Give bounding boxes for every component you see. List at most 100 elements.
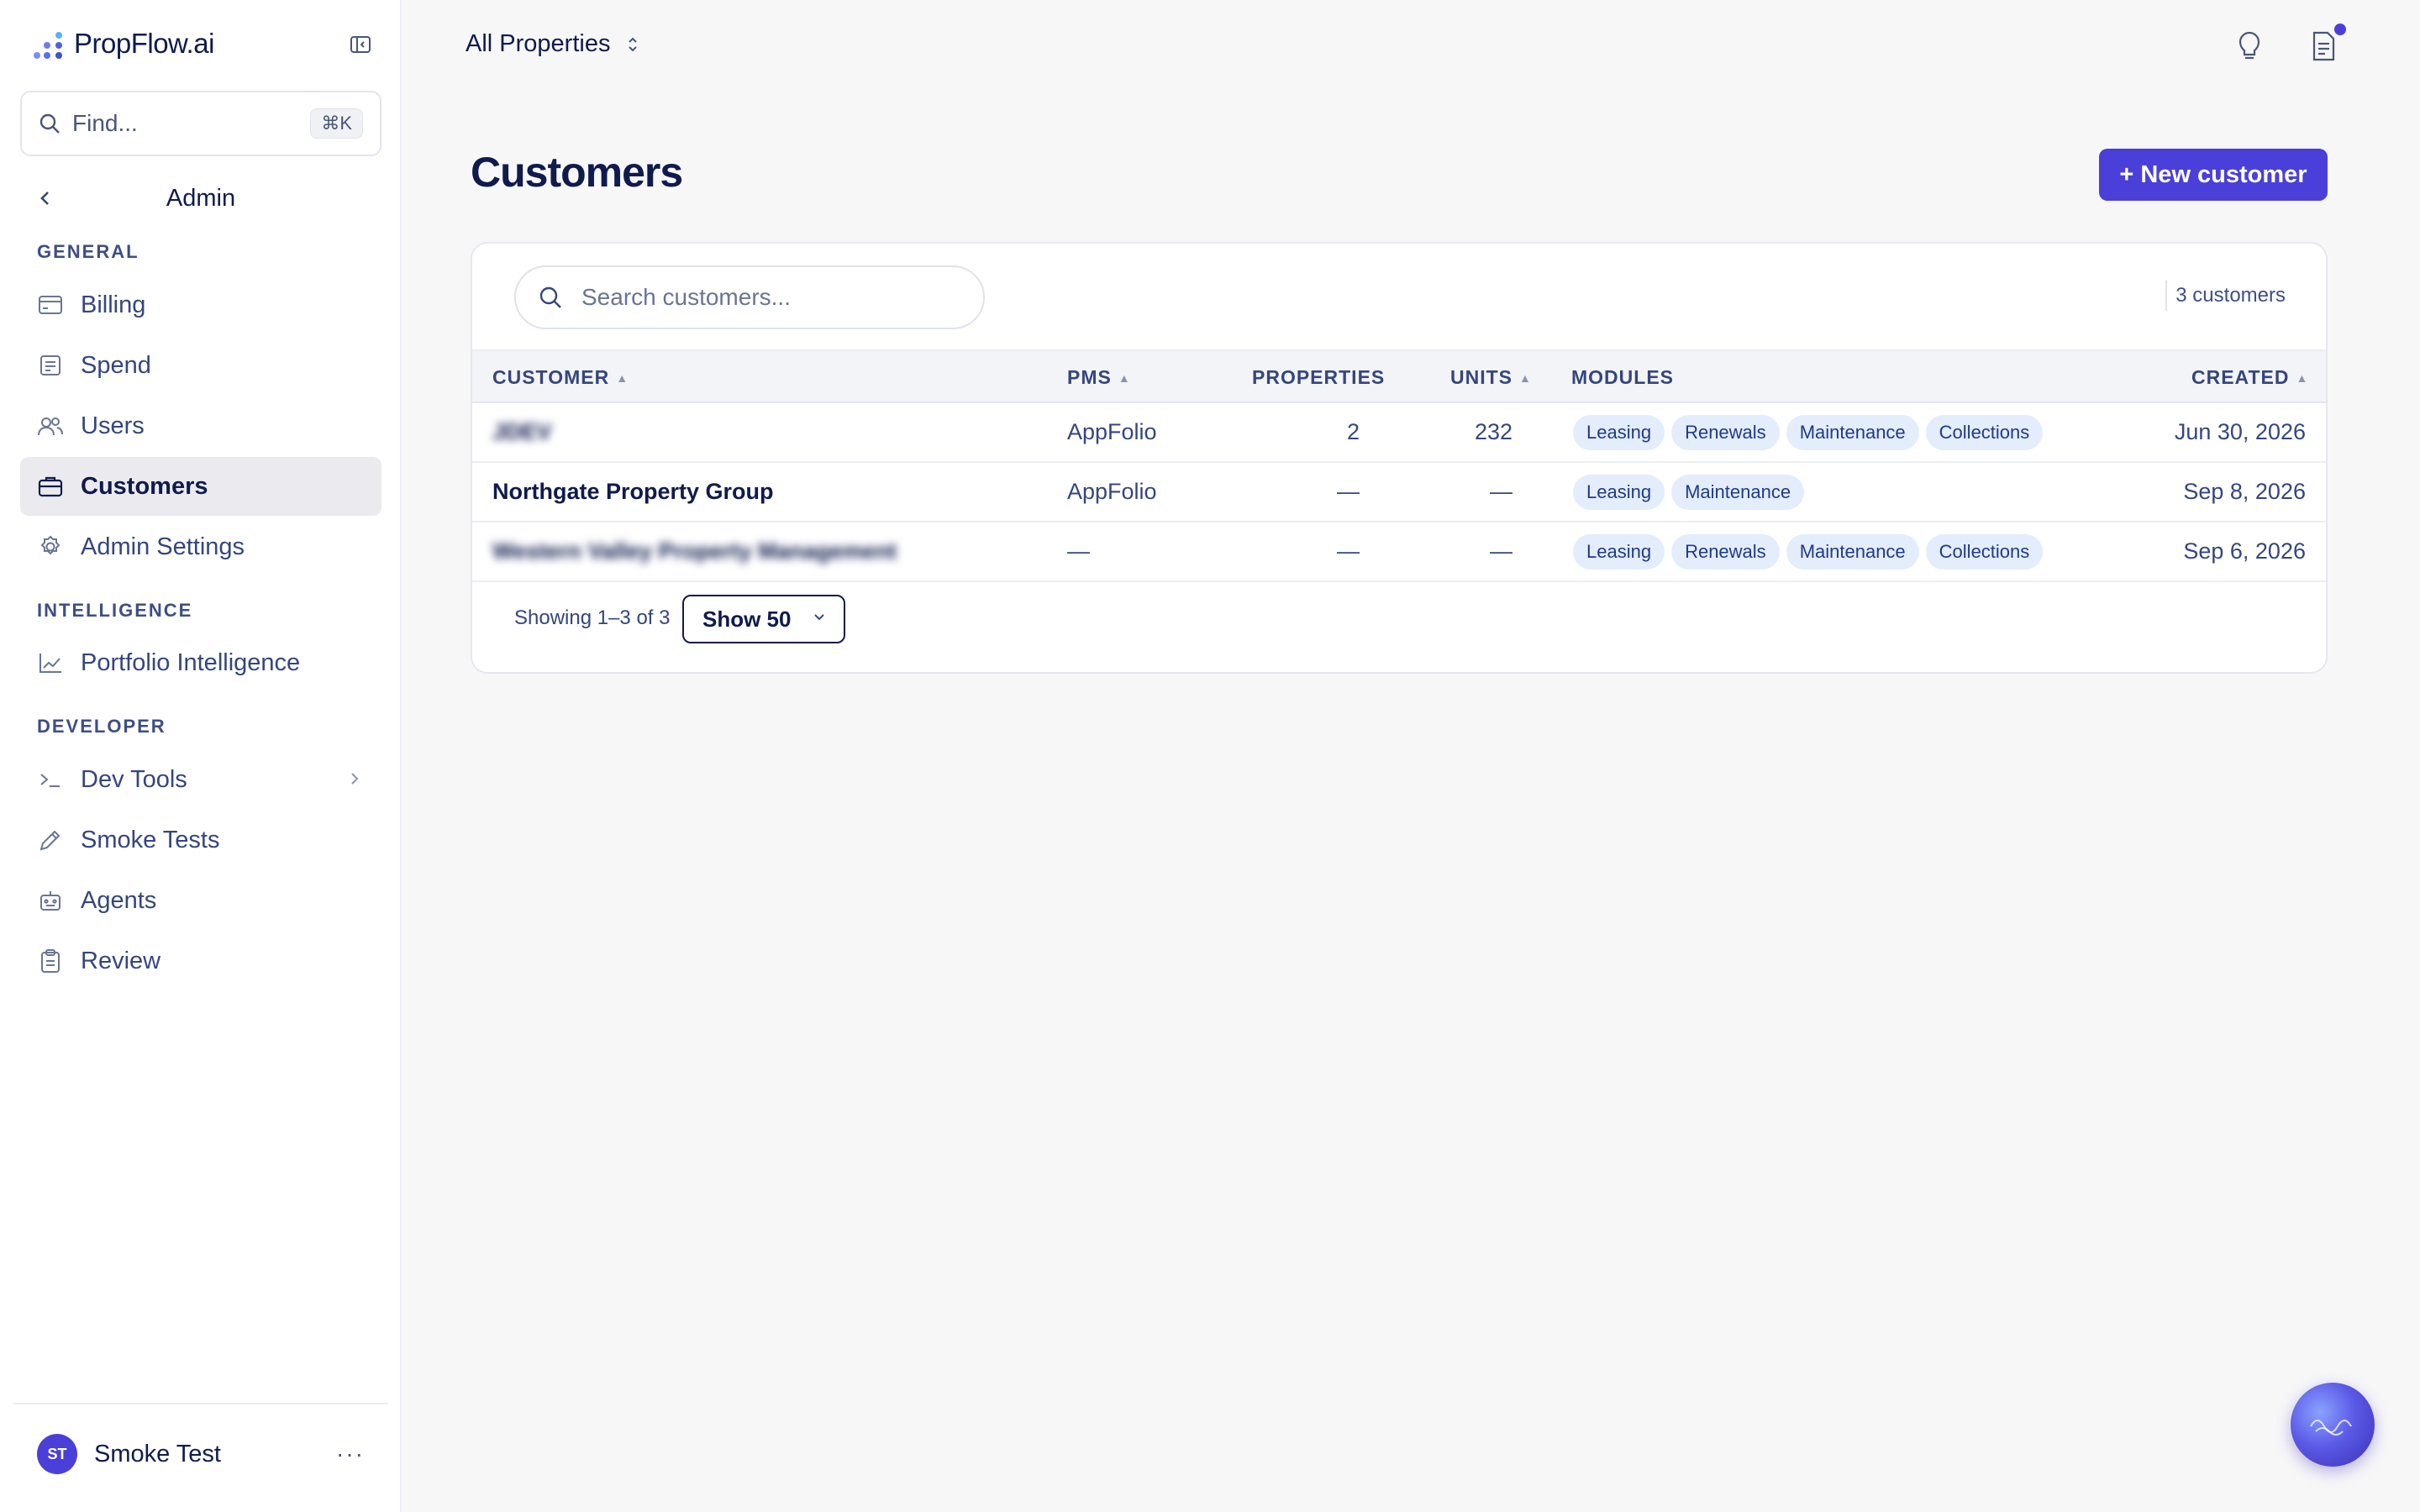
sidebar-item-spend[interactable]: Spend [20,336,381,395]
customer-name[interactable]: Northgate Property Group [492,479,774,505]
table-row[interactable]: Northgate Property Group AppFolio — — Le… [472,463,2326,522]
column-header-label: PMS [1067,366,1112,388]
column-header-label: CUSTOMER [492,366,610,388]
chevron-left-icon [40,192,49,205]
user-name: Smoke Test [94,1440,221,1467]
customer-count-label: 3 customers [2175,284,2286,307]
page-size-label: Show 50 [702,606,792,632]
assistant-button[interactable] [2291,1383,2375,1467]
receipt-icon [37,352,64,379]
column-header-label: UNITS [1450,366,1512,388]
properties-cell: — [1337,479,1360,504]
module-chip: Leasing [1573,534,1665,570]
table-footer: Showing 1–3 of 3 Show 50 [472,586,2326,662]
sidebar-item-users[interactable]: Users [20,396,381,455]
column-header-created[interactable]: CREATED ▲ [2191,366,2308,389]
column-header-customer[interactable]: CUSTOMER ▲ [492,366,629,389]
more-options-icon[interactable]: ··· [336,1441,365,1467]
property-selector-label: All Properties [466,30,611,57]
column-header-units[interactable]: UNITS ▲ [1450,366,1532,389]
sidebar-item-portfolio-intelligence[interactable]: Portfolio Intelligence [20,633,381,692]
divider [2165,281,2168,311]
search-customers-input[interactable]: Search customers... [514,265,985,329]
sidebar-item-review[interactable]: Review [20,932,381,990]
avatar: ST [37,1434,77,1474]
keyboard-shortcut-badge: ⌘K [310,108,363,139]
sidebar-item-smoke-tests[interactable]: Smoke Tests [20,811,381,869]
properties-cell: 2 [1346,419,1360,444]
section-label-general: GENERAL [37,241,139,262]
section-label-intelligence: INTELLIGENCE [37,600,193,621]
module-chip: Maintenance [1786,534,1919,570]
created-cell: Sep 6, 2026 [2183,538,2306,564]
chart-line-icon [37,649,64,676]
chevron-right-icon [348,769,361,793]
units-cell: 232 [1474,419,1512,444]
module-chip: Collections [1925,415,2044,450]
briefcase-icon [37,473,64,500]
sidebar-toggle-icon [350,36,371,53]
terminal-icon [37,766,64,793]
sidebar-item-label: Dev Tools [81,765,187,793]
table-row[interactable]: JDEV AppFolio 2 232 Leasing Renewals Mai… [472,403,2326,463]
column-header-pms[interactable]: PMS ▲ [1067,366,1131,389]
modules-list: Leasing Renewals Maintenance Collections [1573,415,2044,450]
modules-list: Leasing Maintenance [1573,475,1805,510]
sidebar-item-admin-settings[interactable]: Admin Settings [20,517,381,576]
module-chip: Renewals [1671,415,1780,450]
units-cell: — [1490,538,1512,564]
lightbulb-icon [2238,31,2260,60]
column-header-modules: MODULES [1571,366,1674,389]
new-customer-button[interactable]: + New customer [2099,149,2328,201]
chevron-down-icon [812,612,827,627]
table-row[interactable]: Western Valley Property Management — — —… [472,522,2326,582]
pms-cell: AppFolio [1067,419,1157,444]
units-cell: — [1490,479,1512,504]
customer-name[interactable]: Western Valley Property Management [492,538,897,564]
sidebar-item-label: Review [81,947,161,974]
logo[interactable]: PropFlow.ai [34,27,214,60]
sidebar-item-billing[interactable]: Billing [20,276,381,334]
find-input[interactable]: Find... ⌘K [20,91,381,156]
module-chip: Maintenance [1786,415,1919,450]
sidebar-item-label: Agents [81,886,157,914]
sidebar-item-agents[interactable]: Agents [20,871,381,930]
notifications-button[interactable] [2309,24,2346,64]
sidebar-item-label: Spend [81,351,151,379]
module-chip: Leasing [1573,415,1665,450]
admin-title: Admin [166,184,236,212]
customer-count: 3 customers [2165,281,2286,311]
property-selector[interactable]: All Properties [466,30,640,58]
sidebar-item-label: Users [81,412,145,439]
page-title: Customers [471,149,683,196]
collapse-sidebar-button[interactable] [350,34,373,57]
sidebar-item-label: Smoke Tests [81,826,220,853]
created-cell: Sep 8, 2026 [2183,479,2306,504]
user-profile[interactable]: ST Smoke Test ··· [13,1403,388,1504]
back-button[interactable] [35,186,55,214]
pms-cell: — [1067,538,1090,564]
clipboard-icon [37,948,64,974]
column-header-label: MODULES [1571,366,1674,388]
lightbulb-button[interactable] [2235,30,2269,64]
sidebar-item-dev-tools[interactable]: Dev Tools [20,750,381,809]
customer-name[interactable]: JDEV [492,419,552,445]
gear-icon [37,533,64,560]
module-chip: Leasing [1573,475,1665,510]
notification-dot [2334,24,2346,35]
column-header-label: PROPERTIES [1252,366,1386,388]
pms-cell: AppFolio [1067,479,1157,504]
page-size-select[interactable]: Show 50 [682,595,845,643]
sidebar-item-label: Admin Settings [81,533,245,560]
created-cell: Jun 30, 2026 [2174,419,2306,444]
sort-icon: ▲ [1519,370,1532,385]
logo-icon [34,32,62,59]
search-icon [39,113,60,134]
search-placeholder: Search customers... [581,284,791,310]
pencil-icon [37,827,64,853]
table-header: CUSTOMER ▲ PMS ▲ PROPERTIES UNITS ▲ MODULES… [472,349,2326,403]
sidebar-item-customers[interactable]: Customers [20,457,381,516]
section-label-developer: DEVELOPER [37,716,166,737]
module-chip: Renewals [1671,534,1780,570]
sidebar-item-label: Portfolio Intelligence [81,648,301,676]
